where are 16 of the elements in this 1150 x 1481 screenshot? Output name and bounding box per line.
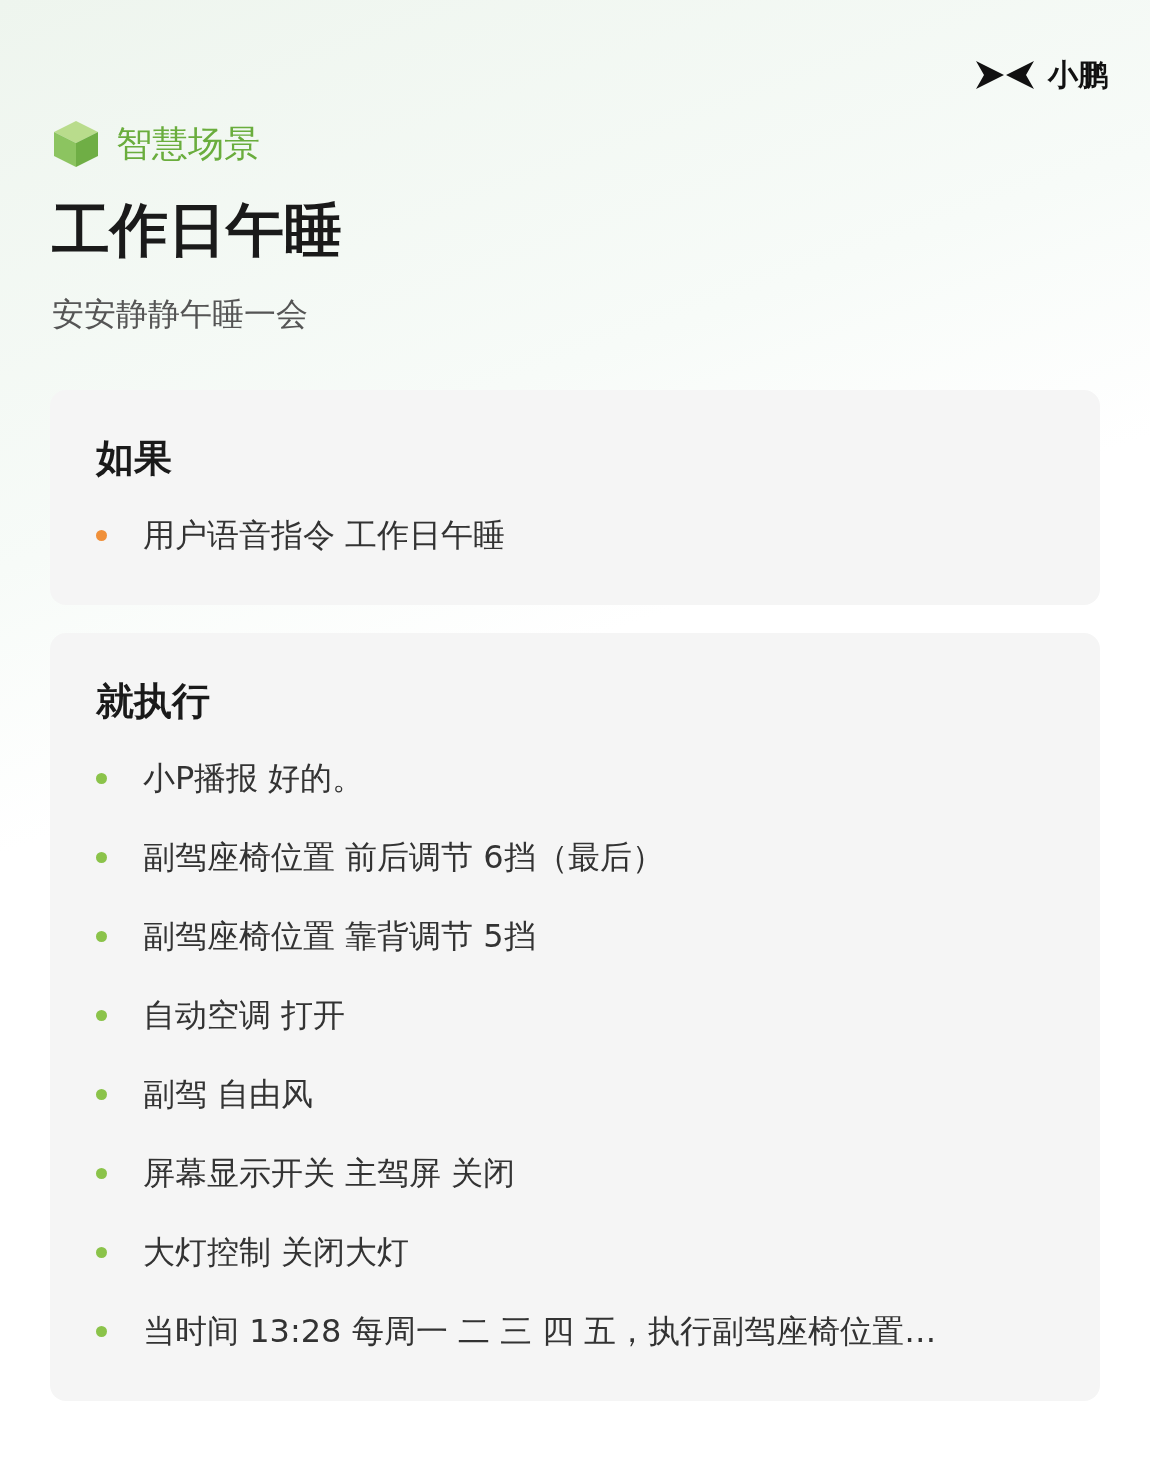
- action-text: 小P播报 好的。: [143, 758, 365, 800]
- action-text: 屏幕显示开关 主驾屏 关闭: [143, 1153, 516, 1195]
- scene-subtitle: 安安静静午睡一会: [52, 294, 309, 336]
- category-label: 智慧场景: [116, 122, 260, 166]
- action-text: 副驾座椅位置 靠背调节 5挡: [143, 916, 536, 958]
- brand-name: 小鹏: [1048, 56, 1108, 94]
- section-heading: 如果: [96, 436, 173, 482]
- scene-title: 工作日午睡: [52, 195, 343, 266]
- action-text: 自动空调 打开: [143, 995, 346, 1037]
- section-heading: 就执行: [96, 679, 211, 725]
- action-text: 用户语音指令 工作日午睡: [143, 515, 506, 557]
- action-text: 副驾座椅位置 前后调节 6挡（最后）: [143, 837, 664, 879]
- action-text: 大灯控制 关闭大灯: [143, 1232, 410, 1274]
- cube-icon: [52, 119, 100, 169]
- action-text: 副驾 自由风: [143, 1074, 314, 1116]
- action-text: 当时间 13:28 每周一 二 三 四 五，执行副驾座椅位置…: [143, 1311, 937, 1353]
